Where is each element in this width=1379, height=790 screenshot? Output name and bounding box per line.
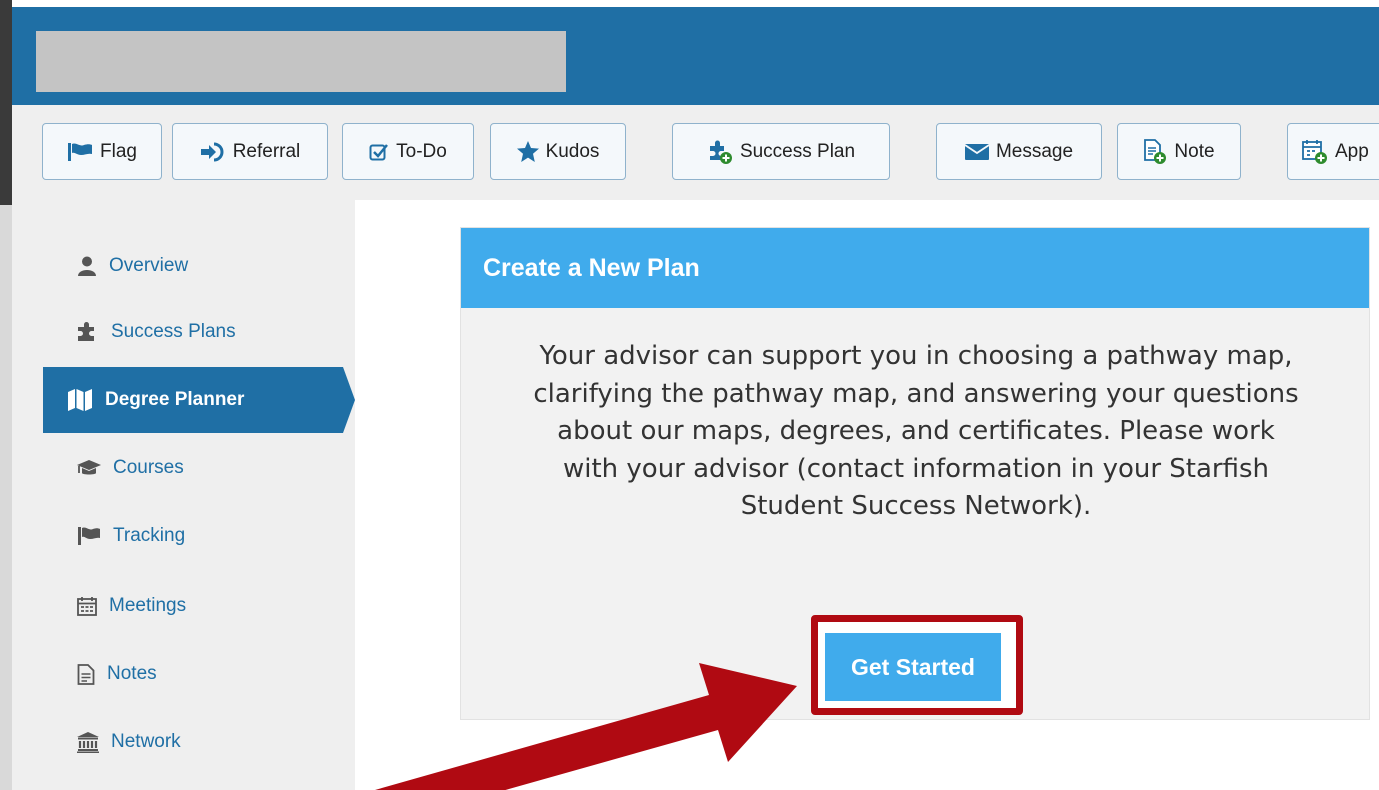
puzzle-icon (78, 322, 94, 341)
todo-button-label: To-Do (396, 140, 447, 162)
get-started-button[interactable]: Get Started (825, 633, 1001, 701)
sidebar-nav: Overview Success Plans Degree Planner Co… (12, 200, 355, 790)
graduation-cap-icon (77, 460, 101, 475)
arrow-right-circle-icon (200, 142, 224, 161)
todo-button[interactable]: To-Do (342, 123, 474, 180)
flag-icon (78, 527, 100, 545)
redacted-banner (36, 31, 566, 92)
app-window: Flag Referral To-Do Kudos Success Plan M… (0, 0, 1379, 790)
sidebar-item-tracking[interactable]: Tracking (43, 503, 341, 569)
kudos-button[interactable]: Kudos (490, 123, 626, 180)
note-plus-icon (1144, 139, 1167, 164)
sidebar-item-label: Notes (107, 663, 157, 684)
appointment-button-label: App (1335, 140, 1369, 162)
star-icon (516, 141, 539, 162)
flag-button-label: Flag (100, 140, 137, 162)
sidebar-item-label: Meetings (109, 595, 187, 616)
note-button-label: Note (1174, 140, 1215, 162)
institution-icon (77, 731, 99, 753)
top-header (12, 7, 1379, 105)
document-icon (77, 663, 95, 685)
sidebar-item-label: Success Plans (111, 321, 236, 342)
checkbox-icon (369, 143, 389, 160)
sidebar-item-success-plans[interactable]: Success Plans (43, 299, 341, 365)
sidebar-item-label: Overview (109, 255, 189, 276)
description-line: about our maps, degrees, and certificate… (557, 416, 1275, 446)
referral-button[interactable]: Referral (172, 123, 328, 180)
sidebar-item-meetings[interactable]: Meetings (43, 573, 341, 639)
note-button[interactable]: Note (1117, 123, 1241, 180)
success-plan-button-label: Success Plan (739, 140, 856, 162)
sidebar-item-label: Courses (113, 457, 184, 478)
user-icon (78, 256, 96, 276)
sidebar-item-notes[interactable]: Notes (43, 641, 341, 707)
action-toolbar: Flag Referral To-Do Kudos Success Plan M… (12, 105, 1379, 200)
sidebar-item-label: Tracking (113, 525, 186, 546)
description-line: Your advisor can support you in choosing… (539, 341, 1293, 371)
flag-icon (68, 142, 93, 161)
envelope-icon (964, 143, 989, 160)
message-button[interactable]: Message (936, 123, 1102, 180)
sidebar-item-label: Network (111, 731, 181, 752)
window-edge (0, 0, 12, 790)
sidebar-item-network[interactable]: Network (43, 709, 341, 775)
description-line: with your advisor (contact information i… (562, 453, 1270, 484)
puzzle-plus-icon (709, 140, 732, 164)
sidebar-item-courses[interactable]: Courses (43, 435, 341, 501)
calendar-icon (77, 597, 97, 616)
flag-button[interactable]: Flag (42, 123, 162, 180)
map-icon (68, 389, 92, 411)
description-line: clarifying the pathway map, and answerin… (533, 378, 1299, 409)
description-line: Student Success Network). (740, 491, 1092, 521)
sidebar-item-label: Degree Planner (105, 389, 245, 410)
card-description: Your advisor can support you in choosing… (473, 338, 1359, 526)
sidebar-item-overview[interactable]: Overview (43, 233, 341, 299)
calendar-plus-icon (1302, 140, 1327, 164)
referral-button-label: Referral (232, 140, 301, 162)
sidebar-item-degree-planner[interactable]: Degree Planner (43, 367, 355, 433)
success-plan-button[interactable]: Success Plan (672, 123, 890, 180)
message-button-label: Message (995, 140, 1074, 162)
kudos-button-label: Kudos (545, 140, 600, 162)
card-title: Create a New Plan (461, 228, 1369, 308)
appointment-button[interactable]: App (1287, 123, 1379, 180)
